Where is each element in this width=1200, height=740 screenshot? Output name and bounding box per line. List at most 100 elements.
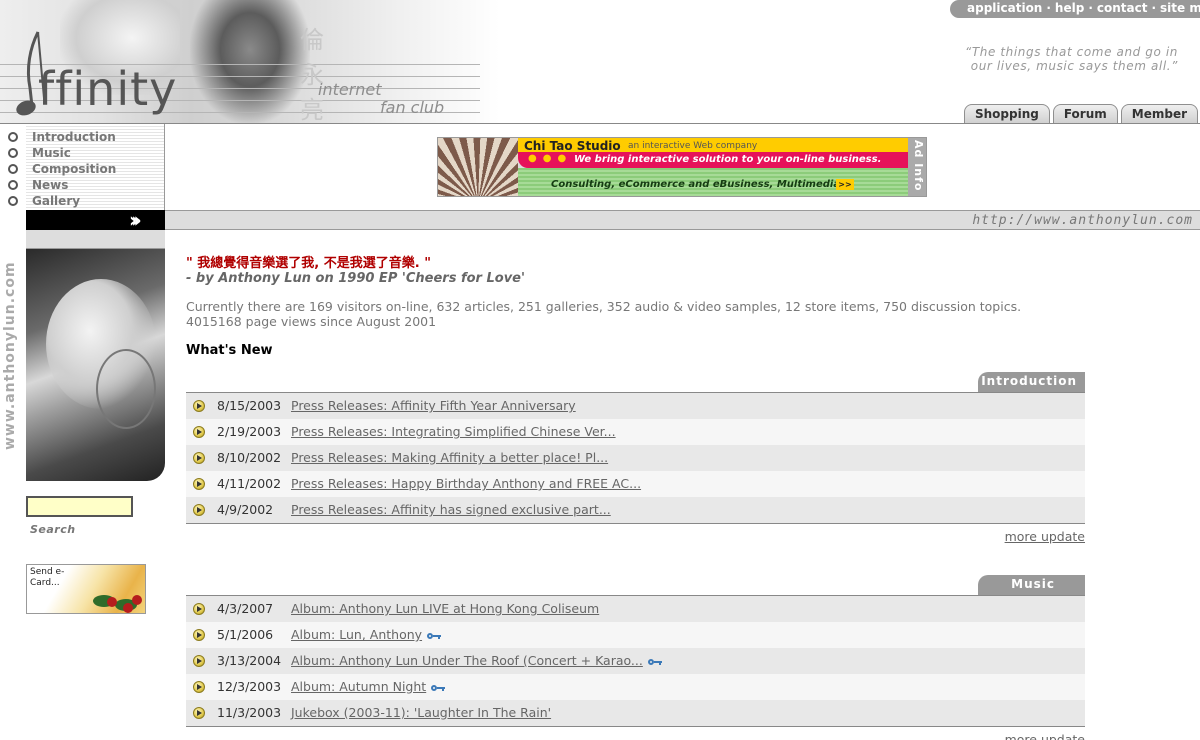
section-tab[interactable]: Introduction	[978, 372, 1085, 392]
item-date: 4/11/2002	[217, 476, 282, 491]
item-date: 2/19/2003	[217, 424, 282, 439]
ad-info-label: Ad Info	[912, 140, 925, 192]
bullet-icon	[8, 148, 18, 158]
help-link[interactable]: help	[1055, 1, 1084, 15]
fan-graphic	[438, 138, 518, 196]
separator: ·	[1151, 1, 1157, 15]
contact-link[interactable]: contact	[1097, 1, 1148, 15]
item-date: 12/3/2003	[217, 679, 282, 694]
site-map-link[interactable]: site map	[1160, 1, 1200, 15]
header-quote-line: “The things that come and go in	[965, 45, 1178, 59]
item-link[interactable]: Album: Autumn Night	[291, 679, 426, 694]
nav-item-music[interactable]: Music	[0, 144, 165, 160]
ad-dots: ●●●	[528, 153, 573, 164]
item-link-wrap: Album: Lun, Anthony	[291, 627, 442, 642]
nav-item-introduction[interactable]: Introduction	[0, 128, 165, 144]
item-date: 4/3/2007	[217, 601, 274, 616]
item-link[interactable]: Album: Anthony Lun Under The Roof (Conce…	[291, 653, 643, 668]
site-url: http://www.anthonylun.com	[972, 213, 1193, 228]
featured-quote: " 我總覺得音樂選了我, 不是我選了音樂. "	[186, 256, 432, 271]
item-link[interactable]: Press Releases: Affinity has signed excl…	[291, 502, 611, 517]
header-quote: “The things that come and go in our live…	[965, 45, 1178, 73]
main-nav: Introduction Music Composition News Gall…	[0, 124, 165, 210]
item-link[interactable]: Album: Lun, Anthony	[291, 627, 422, 642]
logo-text[interactable]: ffinity	[38, 62, 177, 116]
arrow-circle-icon	[193, 655, 205, 667]
separator: ·	[1046, 1, 1051, 15]
artist-photo	[190, 0, 310, 124]
item-link[interactable]: Press Releases: Affinity Fifth Year Anni…	[291, 398, 576, 413]
ecard-label: Send e-Card...	[30, 567, 65, 588]
section-tab-label: Music	[1011, 577, 1055, 591]
bullet-icon	[8, 164, 18, 174]
send-ecard-banner[interactable]: Send e-Card...	[26, 564, 146, 614]
arrow-circle-icon	[193, 707, 205, 719]
glasses-graphic	[96, 349, 156, 429]
list-item: 3/13/2004 Album: Anthony Lun Under The R…	[186, 648, 1085, 674]
list-item: 4/11/2002 Press Releases: Happy Birthday…	[186, 471, 1085, 497]
tab-member[interactable]: Member	[1120, 104, 1198, 124]
arrow-circle-icon	[193, 400, 205, 412]
list-item: 4/3/2007 Album: Anthony Lun LIVE at Hong…	[186, 596, 1085, 622]
item-date: 8/15/2003	[217, 398, 282, 413]
divider	[0, 123, 1200, 124]
vertical-site-label: www.anthonylun.com	[0, 250, 24, 450]
arrow-circle-icon	[193, 478, 205, 490]
tab-shopping[interactable]: Shopping	[963, 104, 1050, 124]
item-link[interactable]: Jukebox (2003-11): 'Laughter In The Rain…	[291, 705, 551, 720]
nav-item-label[interactable]: Composition	[32, 162, 116, 176]
site-header: 倫 永 亮 ffinity internet fan club applicat…	[0, 0, 1200, 124]
chevron-right-icon: ›››	[129, 208, 142, 232]
item-link-wrap: Album: Anthony Lun Under The Roof (Conce…	[291, 653, 662, 668]
list-item: 12/3/2003 Album: Autumn Night	[186, 674, 1085, 700]
url-bar-strip: http://www.anthonylun.com	[165, 210, 1200, 230]
section-tab[interactable]: Music	[978, 575, 1085, 595]
item-link[interactable]: Press Releases: Happy Birthday Anthony a…	[291, 476, 641, 491]
ad-subtitle: an interactive Web company	[628, 141, 758, 151]
more-update-link[interactable]: more update	[1005, 529, 1085, 544]
ad-tagline: We bring interactive solution to your on…	[574, 154, 882, 165]
item-link[interactable]: Album: Anthony Lun LIVE at Hong Kong Col…	[291, 601, 599, 616]
tab-forum[interactable]: Forum	[1052, 104, 1118, 124]
item-date: 8/10/2002	[217, 450, 282, 465]
section-introduction: Introduction 8/15/2003 Press Releases: A…	[186, 372, 1085, 552]
more-update-link[interactable]: more update	[1005, 732, 1085, 740]
sidebar-header-strip	[26, 230, 165, 249]
list-item: 8/10/2002 Press Releases: Making Affinit…	[186, 445, 1085, 471]
header-banner-image: 倫 永 亮 ffinity internet fan club	[0, 0, 500, 124]
arrow-circle-icon	[193, 426, 205, 438]
nav-item-label[interactable]: Gallery	[32, 194, 80, 208]
site-stats: Currently there are 169 visitors on-line…	[186, 299, 1022, 329]
list-item: 11/3/2003 Jukebox (2003-11): 'Laughter I…	[186, 700, 1085, 726]
section-heading: What's New	[186, 343, 273, 358]
url-bar-arrow-block	[26, 210, 165, 230]
ad-go-button[interactable]: >>	[836, 179, 854, 190]
fan-club-label: internet	[318, 80, 382, 99]
item-date: 3/13/2004	[217, 653, 282, 668]
holly-berry-icon	[107, 597, 117, 607]
ad-banner[interactable]: Chi Tao Studio an interactive Web compan…	[437, 137, 927, 197]
ad-title: Chi Tao Studio	[524, 139, 621, 153]
application-link[interactable]: application	[967, 1, 1042, 15]
list-item: 4/9/2002 Press Releases: Affinity has si…	[186, 497, 1085, 523]
nav-item-label[interactable]: Introduction	[32, 130, 116, 144]
nav-item-label[interactable]: News	[32, 178, 68, 192]
search-input[interactable]	[26, 496, 133, 517]
quote-attribution: - by Anthony Lun on 1990 EP 'Cheers for …	[186, 271, 525, 286]
ad-info-button[interactable]: Ad Info	[908, 138, 926, 196]
divider	[186, 726, 1085, 727]
artist-hand-photo	[26, 249, 165, 481]
item-link[interactable]: Press Releases: Integrating Simplified C…	[291, 424, 616, 439]
nav-item-news[interactable]: News	[0, 176, 165, 192]
item-link[interactable]: Press Releases: Making Affinity a better…	[291, 450, 608, 465]
arrow-circle-icon	[193, 681, 205, 693]
update-list: 8/15/2003 Press Releases: Affinity Fifth…	[186, 393, 1085, 523]
decor-character: 倫	[300, 26, 324, 54]
vertical-url-text: www.anthonylun.com	[2, 261, 18, 450]
search-label[interactable]: Search	[30, 523, 76, 536]
nav-item-composition[interactable]: Composition	[0, 160, 165, 176]
nav-item-label[interactable]: Music	[32, 146, 71, 160]
nav-item-gallery[interactable]: Gallery	[0, 192, 165, 208]
divider	[186, 523, 1085, 524]
top-links-bar: application·help·contact·site map	[950, 0, 1200, 18]
